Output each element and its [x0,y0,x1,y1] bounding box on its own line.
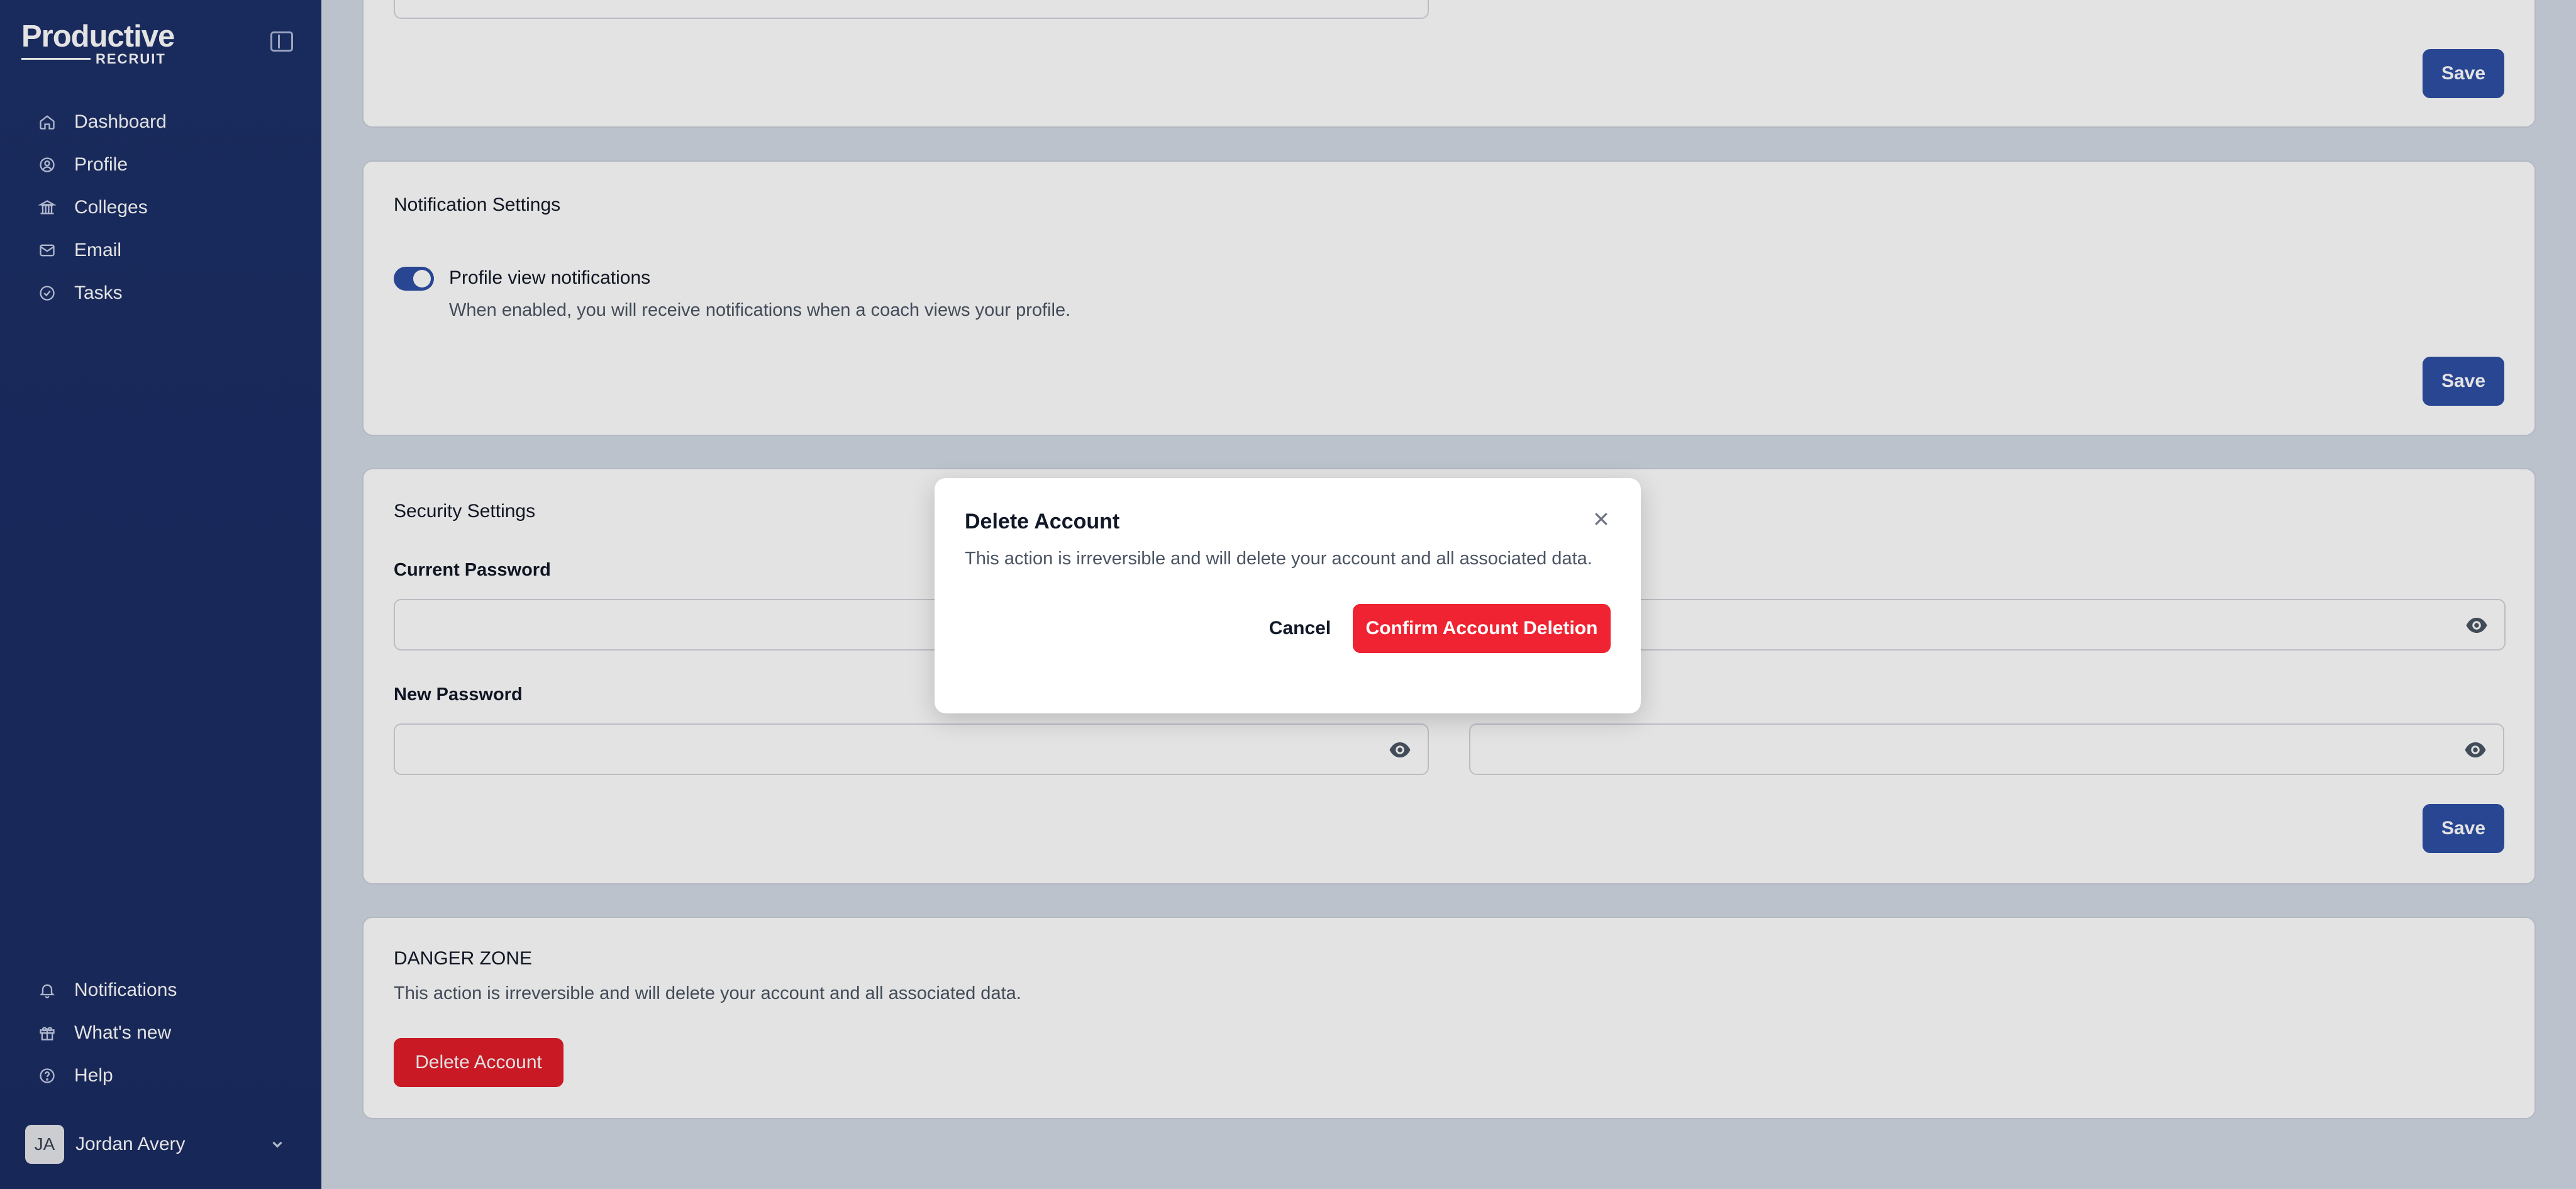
delete-account-dialog: Delete Account This action is irreversib… [935,478,1641,713]
cancel-button[interactable]: Cancel [1259,604,1341,653]
dialog-title: Delete Account [965,510,1120,533]
confirm-account-deletion-button[interactable]: Confirm Account Deletion [1353,604,1611,653]
close-icon[interactable] [1592,510,1611,528]
dialog-description: This action is irreversible and will del… [965,549,1592,569]
